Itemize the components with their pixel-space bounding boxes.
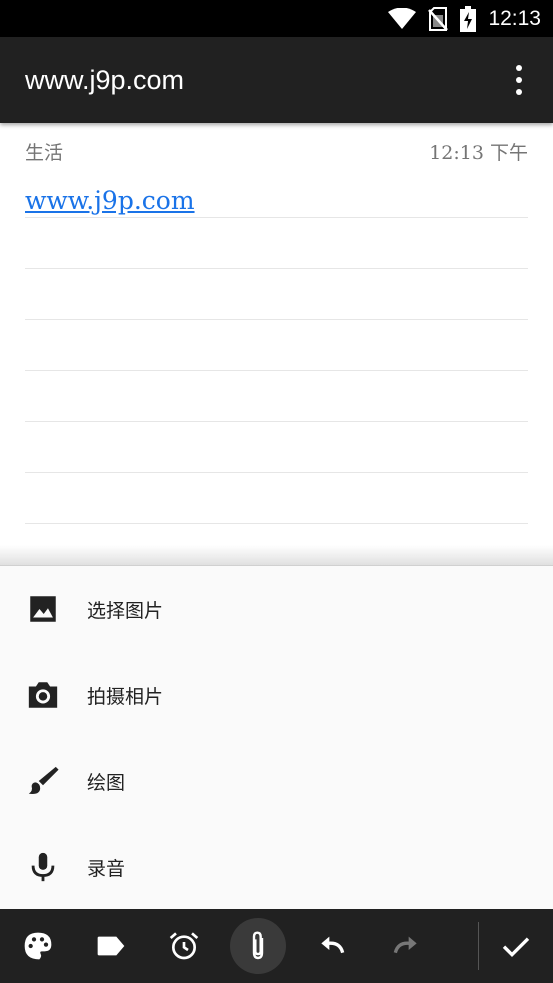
attach-item-record-audio[interactable]: 录音 bbox=[0, 824, 553, 910]
note-timestamp: 12:13 下午 bbox=[429, 142, 528, 164]
image-icon bbox=[30, 596, 56, 622]
status-time: 12:13 bbox=[488, 6, 541, 30]
note-rule-line bbox=[25, 320, 528, 371]
label-icon bbox=[97, 936, 125, 956]
no-sim-icon bbox=[428, 6, 449, 31]
note-rule-line bbox=[25, 218, 528, 269]
undo-icon bbox=[321, 936, 345, 954]
palette-icon bbox=[24, 932, 52, 960]
note-meta: 生活 12:13 下午 bbox=[25, 138, 528, 164]
note-rule-line bbox=[25, 473, 528, 524]
sheet-shadow bbox=[0, 545, 553, 565]
alarm-icon bbox=[169, 932, 199, 960]
status-icons: 12:13 bbox=[388, 0, 541, 37]
paperclip-icon bbox=[252, 931, 264, 960]
note-link[interactable]: www.j9p.com bbox=[25, 186, 195, 215]
overflow-menu-icon[interactable] bbox=[505, 65, 533, 95]
label-button[interactable] bbox=[83, 918, 139, 974]
attach-sheet: 选择图片 拍摄相片 绘图 录音 bbox=[0, 565, 553, 909]
redo-icon bbox=[393, 936, 417, 954]
toolbar-divider bbox=[478, 922, 479, 970]
microphone-icon bbox=[31, 852, 55, 882]
reminder-button[interactable] bbox=[156, 918, 212, 974]
attach-item-choose-image[interactable]: 选择图片 bbox=[0, 566, 553, 652]
attach-item-take-photo[interactable]: 拍摄相片 bbox=[0, 652, 553, 738]
check-icon bbox=[502, 937, 530, 958]
attach-item-label: 选择图片 bbox=[87, 599, 164, 622]
attach-item-label: 录音 bbox=[87, 857, 126, 880]
redo-button[interactable] bbox=[378, 918, 434, 974]
attach-item-drawing[interactable]: 绘图 bbox=[0, 738, 553, 824]
attach-item-label: 拍摄相片 bbox=[87, 685, 164, 708]
wifi-icon bbox=[388, 7, 417, 29]
note-category[interactable]: 生活 bbox=[25, 138, 63, 165]
status-bar: 12:13 bbox=[0, 0, 553, 37]
note-rule-line bbox=[25, 371, 528, 422]
attach-button[interactable] bbox=[230, 918, 286, 974]
attach-item-label: 绘图 bbox=[87, 771, 126, 794]
note-rule-line bbox=[25, 422, 528, 473]
note-body[interactable] bbox=[25, 167, 528, 524]
app-title: www.j9p.com bbox=[25, 65, 185, 95]
undo-button[interactable] bbox=[304, 918, 360, 974]
battery-charging-icon bbox=[460, 5, 477, 32]
note-rule-line bbox=[25, 269, 528, 320]
camera-icon bbox=[28, 682, 58, 708]
brush-icon bbox=[28, 766, 59, 794]
app-bar: www.j9p.com bbox=[0, 37, 553, 123]
color-palette-button[interactable] bbox=[10, 918, 66, 974]
bottom-toolbar bbox=[0, 909, 553, 983]
done-button[interactable] bbox=[488, 918, 544, 974]
